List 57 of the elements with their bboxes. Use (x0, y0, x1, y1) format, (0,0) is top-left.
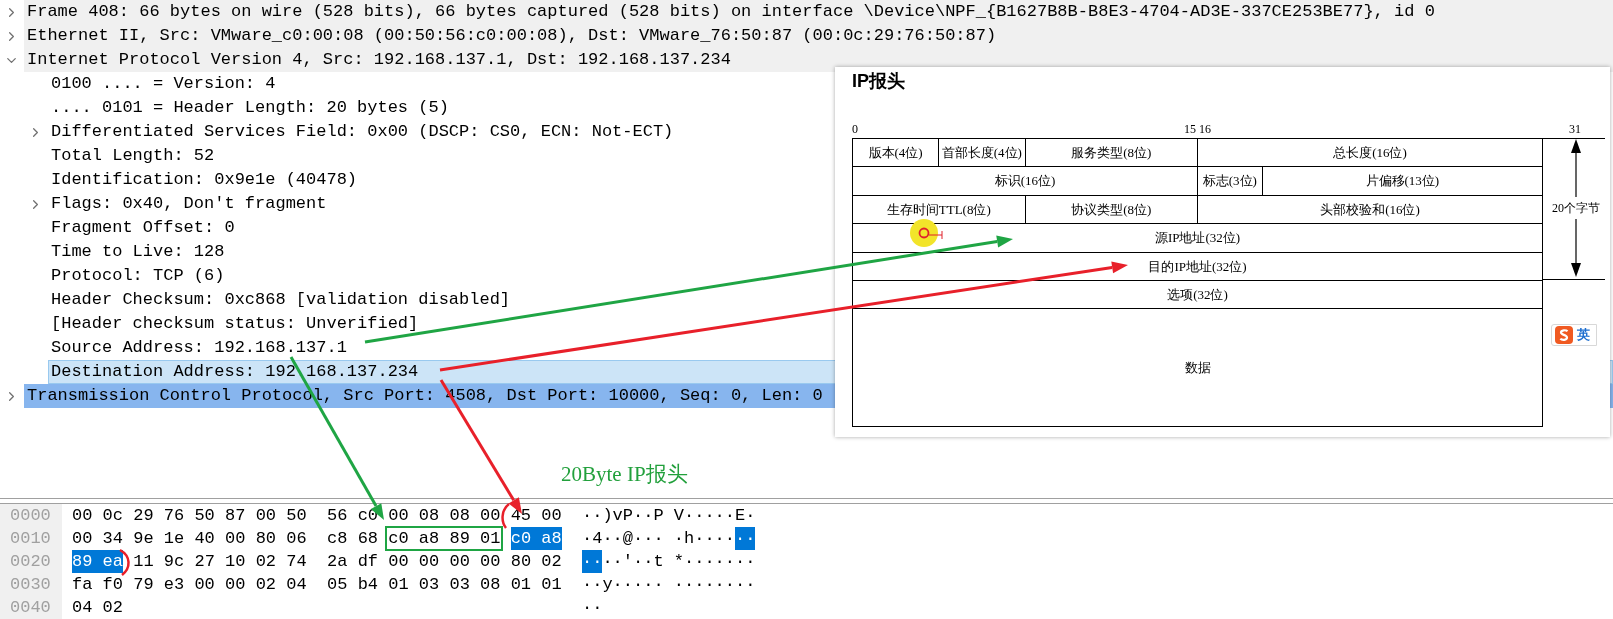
figure-title: IP报头 (852, 70, 905, 93)
header-field-cell: 选项(32位) (853, 280, 1543, 310)
header-field-cell: 服务类型(8位) (1025, 139, 1198, 168)
ascii-text[interactable]: ·· (735, 527, 756, 550)
hex-bytes[interactable]: 11 9c 27 10 02 74 2a df 00 00 00 00 80 02 (133, 550, 562, 573)
header-field-cell: 协议类型(8位) (1025, 195, 1198, 225)
header-field-cell: 首部长度(4位) (939, 139, 1026, 168)
offset-label: 0040 (10, 597, 51, 619)
down-arrow-icon (1570, 219, 1582, 277)
ascii-text[interactable]: ··y····· ········ (582, 573, 756, 596)
tree-item[interactable]: Ethernet II, Src: VMware_c0:00:08 (00:50:56:c0:00:08), Dst: VMware_76:50:87 (00:0c:29:76:50:87) (27, 24, 997, 48)
ascii-text[interactable]: ·4··@··· ·h···· (582, 527, 736, 550)
tree-item[interactable]: Fragment Offset: 0 (51, 216, 235, 240)
tree-item[interactable]: Internet Protocol Version 4, Src: 192.168.137.1, Dst: 192.168.137.234 (27, 48, 731, 72)
offset-label: 0030 (10, 574, 51, 596)
tree-item[interactable]: Source Address: 192.168.137.1 (51, 336, 347, 360)
header-field-cell: 总长度(16位) (1198, 139, 1543, 168)
tree-item[interactable]: .... 0101 = Header Length: 20 bytes (5) (51, 96, 449, 120)
offset-label: 0020 (10, 551, 51, 573)
ime-mode-label: 英 (1577, 326, 1590, 345)
header-field-cell: 标识(16位) (853, 167, 1198, 196)
tree-item[interactable]: Header Checksum: 0xc868 [validation disabled] (51, 288, 511, 312)
byte-count-label: 20个字节 (1552, 200, 1600, 217)
bit-label: 15 16 (1184, 121, 1211, 138)
offset-label: 0000 (10, 505, 51, 527)
hex-bytes[interactable]: fa f0 79 e3 00 00 02 04 05 b4 01 03 03 08 01 01 (72, 573, 562, 596)
bit-label: 31 (1569, 122, 1581, 136)
bracket-mark (501, 503, 510, 529)
bit-label: 0 (852, 121, 858, 138)
tree-item[interactable]: Protocol: TCP (6) (51, 264, 225, 288)
tree-item[interactable]: Flags: 0x40, Don't fragment (51, 192, 327, 216)
tree-item[interactable]: Frame 408: 66 bytes on wire (528 bits), 66 bytes captured (528 bits) on interface \Device\NPF_{B1627B8B-B8E3-4704-AD3E-337CE253BE77}, id 0 (27, 0, 1435, 24)
cursor-highlight (910, 219, 943, 247)
ascii-text[interactable]: ·· (582, 596, 603, 619)
hex-bytes[interactable]: c0 a8 89 01 (386, 527, 503, 550)
tree-item[interactable]: 0100 .... = Version: 4 (51, 72, 276, 96)
ascii-text[interactable]: ··'··t *······· (602, 550, 756, 573)
tree-item[interactable]: Differentiated Services Field: 0x00 (DSCP: CS0, ECN: Not-ECT) (51, 120, 674, 144)
tree-item[interactable]: Identification: 0x9e1e (40478) (51, 168, 358, 192)
tree-item[interactable]: Total Length: 52 (51, 144, 215, 168)
annotation-label: 20Byte IP报头 (561, 461, 688, 488)
header-field-cell: 版本(4位) (853, 139, 940, 168)
tree-item[interactable]: Time to Live: 128 (51, 240, 225, 264)
ime-toolbar[interactable]: 英 (1551, 324, 1597, 346)
header-field-cell: 标志(3位) (1198, 167, 1263, 196)
header-field-cell: 片偏移(13位) (1262, 167, 1543, 196)
hex-bytes[interactable]: 00 34 9e 1e 40 00 80 06 c8 68 (72, 527, 379, 550)
hex-bytes[interactable]: 04 02 (72, 596, 123, 619)
logo-icon (1555, 326, 1573, 344)
tree-item[interactable]: [Header checksum status: Unverified] (51, 312, 419, 336)
hex-bytes[interactable]: 89 ea (72, 550, 123, 573)
header-field-cell: 数据 (853, 309, 1543, 428)
hex-bytes[interactable]: c0 a8 (510, 527, 562, 550)
ascii-text[interactable]: ··)vP··P V·····E· (582, 504, 756, 527)
offset-label: 0010 (10, 528, 51, 550)
header-field-cell: 头部校验和(16位) (1198, 195, 1543, 225)
ascii-text[interactable]: ·· (582, 550, 603, 573)
